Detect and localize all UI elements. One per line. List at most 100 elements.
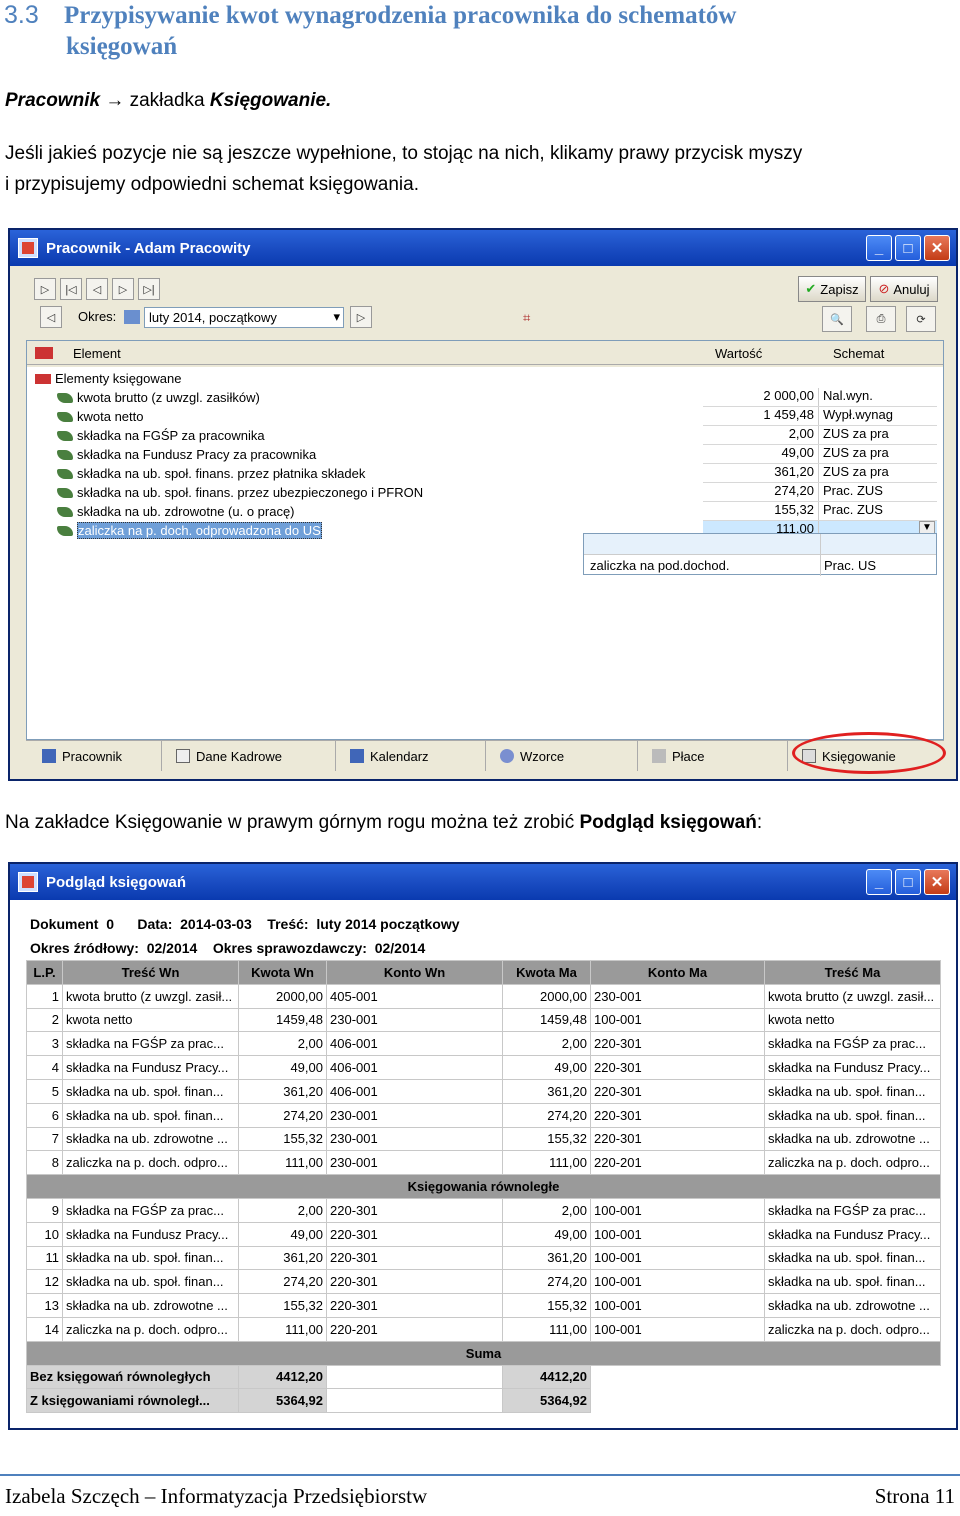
table-row[interactable]: 13 składka na ub. zdrowotne ... 155,32 220-… (26, 1293, 941, 1318)
period-prev-icon[interactable]: ◁ (40, 306, 62, 328)
col-header[interactable]: Treść Ma (764, 960, 941, 985)
value-row[interactable]: 2 000,00 Nal.wyn. (703, 388, 937, 407)
table-cell: 111,00 (238, 1316, 327, 1342)
tree-item[interactable]: składka na Fundusz Pracy za pracownika (57, 445, 316, 464)
table-cell: składka na FGŚP za prac... (764, 1031, 941, 1057)
table-row[interactable]: 6 składka na ub. społ. finan... 274,20 230-… (26, 1102, 941, 1128)
col-header[interactable]: Konto Wn (326, 960, 503, 985)
table-row[interactable]: 1 kwota brutto (z uwzgl. zasił... 2000,00 4… (26, 983, 941, 1009)
preview-icon[interactable]: 🔍 (822, 306, 852, 332)
tree-item[interactable]: kwota netto (57, 407, 144, 426)
table-cell: składka na ub. społ. finan... (62, 1245, 239, 1271)
table-row[interactable]: 8 zaliczka na p. doch. odpro... 111,00 230-… (26, 1150, 941, 1176)
footer-author: Izabela Szczęch – Informatyzacja Przedsi… (5, 1483, 428, 1508)
value-row[interactable]: 361,20 ZUS za pra (703, 464, 937, 483)
tree-item[interactable]: składka na FGŚP za pracownika (57, 426, 265, 445)
table-cell: składka na ub. społ. finan... (764, 1245, 941, 1271)
table-cell: składka na ub. zdrowotne ... (62, 1126, 239, 1152)
col-schemat: Schemat (833, 346, 885, 361)
grid-body: Elementy księgowane kwota brutto (z uwzg… (27, 367, 943, 739)
col-header[interactable]: Kwota Ma (502, 960, 591, 985)
schema-cell: ZUS za pra (823, 426, 889, 441)
value-row[interactable]: 49,00 ZUS za pra (703, 445, 937, 464)
schema-cell: Prac. ZUS (823, 483, 883, 498)
tab-pracownik[interactable]: Pracownik (30, 741, 162, 771)
maximize-button[interactable]: □ (895, 869, 921, 895)
table-cell: składka na ub. społ. finan... (62, 1078, 239, 1104)
schema-dropdown[interactable]: zaliczka na pod.dochod. Prac. US (583, 533, 937, 576)
table-cell: 2,00 (502, 1197, 591, 1223)
value-row[interactable]: 274,20 Prac. ZUS (703, 483, 937, 502)
maximize-button[interactable]: □ (895, 235, 921, 261)
table-cell: składka na ub. społ. finan... (62, 1269, 239, 1295)
table-row[interactable]: 12 składka na ub. społ. finan... 274,20 220… (26, 1269, 941, 1295)
table-cell: 155,32 (502, 1126, 591, 1152)
section-heading: 3.3 Przypisywanie kwot wynagrodzenia prac… (4, 0, 954, 62)
value-row[interactable]: 1 459,48 Wypł.wynag (703, 407, 937, 426)
table-cell: 274,20 (238, 1102, 327, 1128)
close-button[interactable]: ✕ (924, 235, 950, 261)
path-part1: Pracownik (5, 90, 101, 111)
nav-next-icon[interactable]: ▷ (112, 278, 134, 300)
period-next-icon[interactable]: ▷ (350, 306, 372, 328)
value-row[interactable]: 155,32 Prac. ZUS (703, 502, 937, 521)
tree-item[interactable]: zaliczka na p. doch. odprowadzona do US (57, 521, 322, 540)
highlight-circle (792, 732, 946, 774)
nav-start-icon[interactable]: |◁ (60, 278, 82, 300)
tree-item[interactable]: składka na ub. społ. finans. przez ubezp… (57, 483, 423, 502)
col-header[interactable]: L.P. (26, 960, 63, 985)
tab-place[interactable]: Płace (640, 741, 788, 771)
schema-cell: ZUS za pra (823, 464, 889, 479)
table-row[interactable]: 3 składka na FGŚP za prac... 2,00 406-001 2,… (26, 1031, 941, 1057)
col-header[interactable]: Treść Wn (62, 960, 239, 985)
table-row[interactable]: 14 zaliczka na p. doch. odpro... 111,00 220… (26, 1316, 941, 1342)
table-row[interactable]: 5 składka na ub. społ. finan... 361,20 406-… (26, 1078, 941, 1104)
col-header[interactable]: Kwota Wn (238, 960, 327, 985)
table-cell: 10 (26, 1221, 63, 1247)
dropdown-item-schema[interactable]: Prac. US (824, 558, 876, 573)
table-row[interactable]: 4 składka na Fundusz Pracy... 49,00 406-001… (26, 1055, 941, 1080)
print-icon[interactable]: ⎙ (866, 306, 896, 332)
tab-kalendarz[interactable]: Kalendarz (338, 741, 486, 771)
nav-prev-icon[interactable]: ◁ (86, 278, 108, 300)
table-row[interactable]: 2 kwota netto 1459,48 230-001 1459,48 100-001… (26, 1007, 941, 1033)
table-cell: 361,20 (238, 1245, 327, 1271)
table-row[interactable]: 7 składka na ub. zdrowotne ... 155,32 230-0… (26, 1126, 941, 1152)
close-button[interactable]: ✕ (924, 869, 950, 895)
tree-icon (35, 347, 53, 359)
table-cell: 1 (26, 983, 63, 1009)
tab-wzorce[interactable]: Wzorce (488, 741, 638, 771)
table-row[interactable]: 11 składka na ub. społ. finan... 361,20 220… (26, 1245, 941, 1271)
table-cell: 220-301 (590, 1031, 765, 1057)
table-cell: zaliczka na p. doch. odpro... (62, 1316, 239, 1342)
okres-select[interactable]: luty 2014, początkowy ▾ (144, 307, 344, 328)
sum-row: Z księgowaniami równoległ... 5364,92 5364,… (26, 1388, 941, 1414)
path-part2: zakładka (129, 90, 205, 111)
cancel-button[interactable]: ⊘ Anuluj (870, 276, 938, 302)
table-row[interactable]: 9 składka na FGŚP za prac... 2,00 220-301 2,… (26, 1197, 941, 1223)
tree-item[interactable]: kwota brutto (z uwzgl. zasiłków) (57, 388, 260, 407)
tab-dane-kadrowe[interactable]: Dane Kadrowe (164, 741, 336, 771)
tree-root[interactable]: Elementy księgowane (35, 369, 181, 388)
table-row[interactable]: 10 składka na Fundusz Pracy... 49,00 220-30… (26, 1221, 941, 1247)
calc-icon[interactable]: ⌗ (523, 310, 530, 326)
table-cell: 405-001 (326, 983, 503, 1009)
schema-cell: Prac. ZUS (823, 502, 883, 517)
refresh-icon[interactable]: ⟳ (906, 306, 936, 332)
nav-first-icon[interactable]: ▷ (34, 278, 56, 300)
save-button[interactable]: ✔ Zapisz (798, 276, 866, 302)
nav-last-icon[interactable]: ▷| (138, 278, 160, 300)
tree-item[interactable]: składka na ub. zdrowotne (u. o pracę) (57, 502, 295, 521)
tree-item[interactable]: składka na ub. społ. finans. przez płatn… (57, 464, 365, 483)
dropdown-item-name[interactable]: zaliczka na pod.dochod. (590, 558, 729, 573)
table-cell: zaliczka na p. doch. odpro... (764, 1150, 941, 1176)
minimize-button[interactable]: _ (866, 869, 892, 895)
table-cell: 2,00 (238, 1031, 327, 1057)
table-cell: składka na ub. społ. finan... (62, 1102, 239, 1128)
value-row[interactable]: 2,00 ZUS za pra (703, 426, 937, 445)
table-cell: składka na Fundusz Pracy... (764, 1055, 941, 1080)
minimize-button[interactable]: _ (866, 235, 892, 261)
intro-paragraph: Jeśli jakieś pozycje nie są jeszcze wype… (5, 138, 955, 200)
table-cell: 220-301 (326, 1245, 503, 1271)
col-header[interactable]: Konto Ma (590, 960, 765, 985)
